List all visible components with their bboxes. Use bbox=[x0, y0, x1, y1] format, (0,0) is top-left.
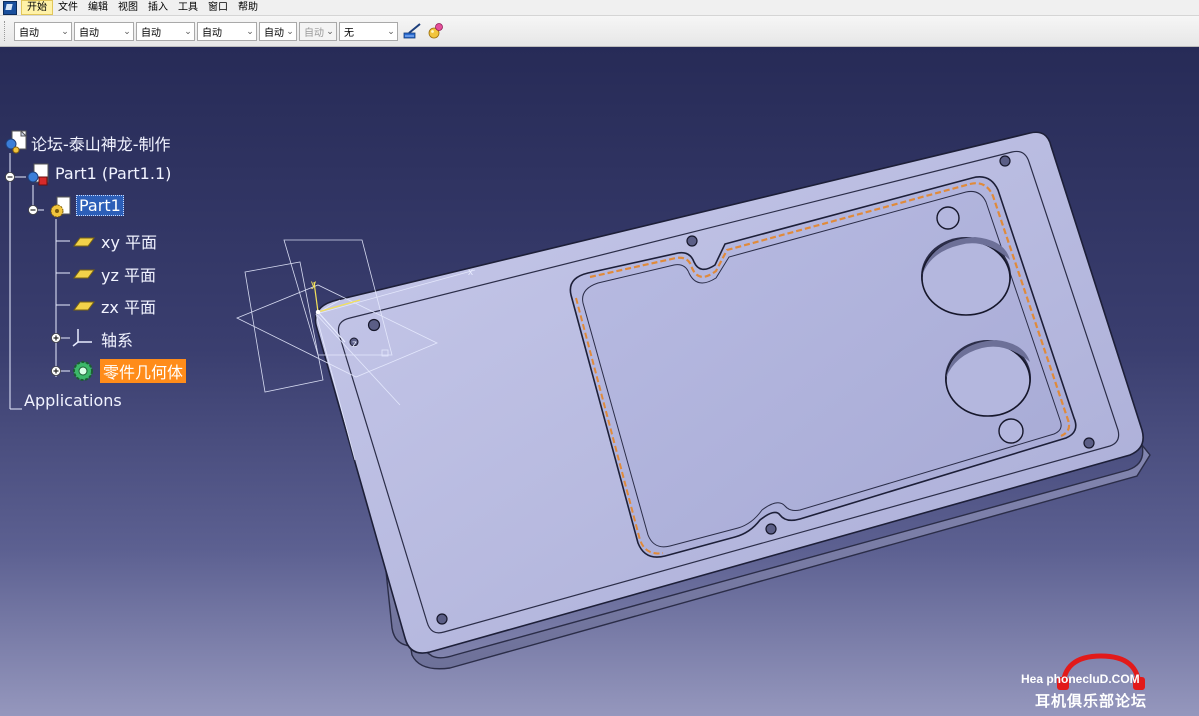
fill-color-value: 自动 bbox=[19, 27, 39, 39]
toolbar-grip[interactable] bbox=[4, 21, 8, 41]
color-dropper-icon[interactable] bbox=[426, 21, 446, 41]
plane-icon bbox=[73, 237, 95, 247]
axis-x-label: x bbox=[468, 267, 473, 278]
tree-item-product-part[interactable]: Part1 (Part1.1) bbox=[55, 164, 171, 183]
tree-item-axis-system[interactable]: 轴系 bbox=[101, 327, 133, 351]
tree-item-xy-plane[interactable]: xy 平面 bbox=[101, 229, 157, 253]
line-thickness-combo[interactable]: 自动 ⌄ bbox=[136, 21, 195, 41]
graphic-properties-toolbar: 自动 ⌄ 自动 ⌄ 自动 ⌄ 自动 ⌄ 自动 ⌄ 自动 ⌄ 无 ⌄ bbox=[0, 16, 1199, 47]
point-symbol-value: 自动 bbox=[264, 27, 284, 39]
tree-item-zx-plane[interactable]: zx 平面 bbox=[101, 294, 156, 318]
transparency-value: 自动 bbox=[79, 27, 99, 39]
part-document-icon bbox=[27, 163, 49, 186]
rendering-style-value: 自动 bbox=[304, 27, 324, 39]
large-hole-lower bbox=[945, 340, 1031, 417]
point-symbol-combo[interactable]: 自动 ⌄ bbox=[259, 21, 297, 41]
transparency-combo[interactable]: 自动 ⌄ bbox=[74, 21, 134, 41]
watermark-subtitle: 耳机俱乐部论坛 bbox=[1035, 692, 1148, 710]
watermark-brand: Hea phonecluD.COM bbox=[1021, 672, 1140, 686]
chevron-down-icon: ⌄ bbox=[326, 25, 334, 36]
menu-window[interactable]: 窗口 bbox=[203, 0, 233, 15]
chevron-down-icon: ⌄ bbox=[61, 25, 69, 36]
paint-brush-icon[interactable] bbox=[403, 21, 423, 41]
chevron-down-icon: ⌄ bbox=[286, 25, 294, 36]
large-hole-upper bbox=[921, 237, 1011, 316]
menu-start[interactable]: 开始 bbox=[21, 0, 53, 15]
line-thickness-value: 自动 bbox=[141, 27, 161, 39]
tree-item-applications[interactable]: Applications bbox=[24, 391, 122, 410]
product-document-icon bbox=[5, 129, 28, 154]
axis-z-label: z bbox=[352, 339, 357, 350]
menu-tools[interactable]: 工具 bbox=[173, 0, 203, 15]
chevron-down-icon: ⌄ bbox=[387, 25, 395, 36]
chevron-down-icon: ⌄ bbox=[184, 25, 192, 36]
rendering-style-combo: 自动 ⌄ bbox=[299, 21, 337, 41]
line-type-value: 自动 bbox=[202, 27, 222, 39]
axis-system-icon bbox=[72, 329, 92, 347]
layer-combo[interactable]: 无 ⌄ bbox=[339, 21, 398, 41]
line-type-combo[interactable]: 自动 ⌄ bbox=[197, 21, 257, 41]
tree-item-part[interactable]: Part1 bbox=[76, 195, 124, 216]
catia-app-icon[interactable] bbox=[3, 0, 17, 15]
menu-help[interactable]: 帮助 bbox=[233, 0, 263, 15]
layer-value: 无 bbox=[344, 27, 354, 39]
menu-file[interactable]: 文件 bbox=[53, 0, 83, 15]
tree-item-part-body[interactable]: 零件几何体 bbox=[100, 359, 187, 383]
chevron-down-icon: ⌄ bbox=[246, 25, 254, 36]
fill-color-combo[interactable]: 自动 ⌄ bbox=[14, 21, 72, 41]
plane-icon bbox=[73, 269, 95, 279]
menu-bar: 开始 文件 编辑 视图 插入 工具 窗口 帮助 bbox=[0, 0, 1199, 16]
menu-insert[interactable]: 插入 bbox=[143, 0, 173, 15]
part-body-gear-icon bbox=[73, 361, 93, 381]
chevron-down-icon: ⌄ bbox=[123, 25, 131, 36]
menu-edit[interactable]: 编辑 bbox=[83, 0, 113, 15]
menu-view[interactable]: 视图 bbox=[113, 0, 143, 15]
plane-icon bbox=[73, 301, 95, 311]
axis-y-label: y bbox=[311, 279, 316, 290]
3d-viewport[interactable]: x y z 论坛-泰山神龙-制作 Part1 (Part1.1) Part1 x… bbox=[0, 47, 1199, 716]
headphoneclub-watermark: Hea phonecluD.COM 耳机俱乐部论坛 bbox=[1021, 650, 1191, 712]
tree-root-product[interactable]: 论坛-泰山神龙-制作 bbox=[31, 131, 171, 155]
tree-item-yz-plane[interactable]: yz 平面 bbox=[101, 262, 156, 286]
part-gear-icon bbox=[50, 196, 71, 218]
